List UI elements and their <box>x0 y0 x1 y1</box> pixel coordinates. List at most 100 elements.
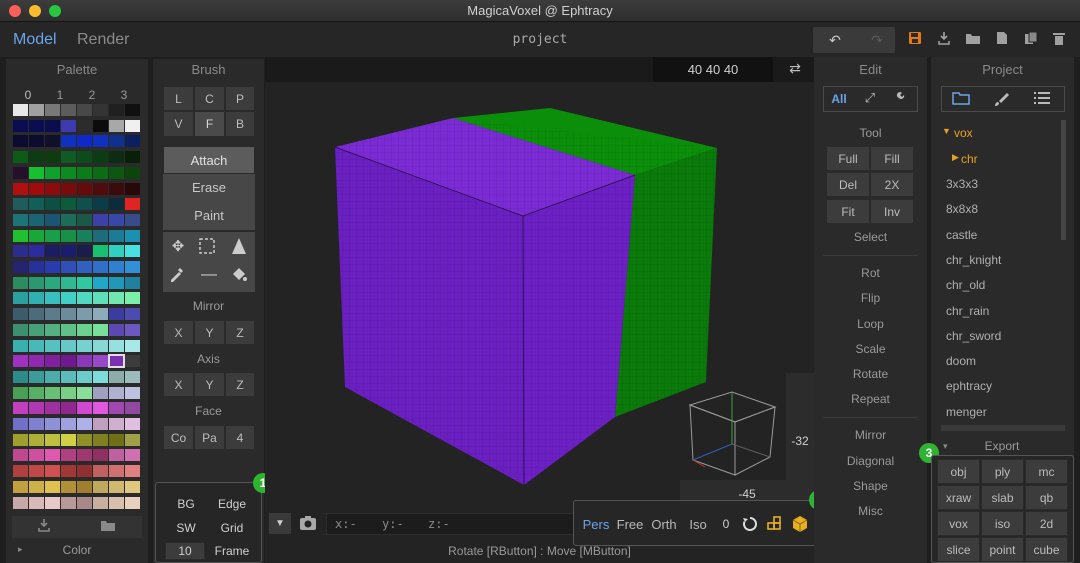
project-file-item[interactable]: ephtracy <box>946 379 992 393</box>
palette-swatch[interactable] <box>29 213 44 226</box>
palette-swatch[interactable] <box>13 465 28 478</box>
palette-swatch[interactable] <box>29 104 44 116</box>
palette-swatch[interactable] <box>61 449 76 462</box>
redo-icon[interactable]: ↷ <box>866 29 888 51</box>
palette-swatch[interactable] <box>109 261 124 273</box>
open-palette-icon[interactable] <box>97 516 119 538</box>
palette-swatch[interactable] <box>29 135 44 148</box>
palette-swatch[interactable] <box>29 339 44 352</box>
palette-swatch[interactable] <box>61 292 76 305</box>
palette-swatch[interactable] <box>109 386 124 399</box>
palette-swatch[interactable] <box>29 182 44 195</box>
camera-free-button[interactable]: Free <box>614 517 646 532</box>
palette-swatch[interactable] <box>29 496 44 509</box>
palette-swatch[interactable] <box>61 166 76 179</box>
palette-swatch[interactable] <box>109 229 124 242</box>
reset-camera-icon[interactable] <box>741 515 759 533</box>
brush-type-p[interactable]: P <box>225 86 255 111</box>
palette-swatch[interactable] <box>45 465 60 478</box>
palette-swatch[interactable] <box>77 292 92 305</box>
palette-swatch[interactable] <box>125 182 140 195</box>
export-2d-button[interactable]: 2d <box>1025 511 1068 536</box>
camera-iso-button[interactable]: Iso <box>684 517 712 532</box>
tab-model[interactable]: Model <box>13 31 57 49</box>
palette-tab-3[interactable]: 3 <box>108 88 140 102</box>
palette-swatch[interactable] <box>45 245 60 258</box>
palette-swatch[interactable] <box>93 449 108 462</box>
palette-swatch[interactable] <box>77 496 92 509</box>
palette-swatch[interactable] <box>109 182 124 195</box>
palette-swatch[interactable] <box>61 433 76 446</box>
palette-swatch[interactable] <box>29 465 44 478</box>
palette-swatch[interactable] <box>125 496 140 509</box>
palette-swatch[interactable] <box>93 182 108 195</box>
palette-swatch[interactable] <box>93 213 108 226</box>
ground-cube-icon[interactable] <box>791 515 809 533</box>
palette-swatch[interactable] <box>77 198 92 211</box>
fit-expand-icon[interactable]: ⤢ <box>860 90 880 108</box>
palette-swatch[interactable] <box>61 229 76 242</box>
palette-swatch[interactable] <box>13 418 28 430</box>
export-ply-button[interactable]: ply <box>981 459 1024 484</box>
palette-swatch[interactable] <box>77 402 92 415</box>
axis-z-button[interactable]: Z <box>225 372 255 397</box>
palette-tab-0[interactable]: 0 <box>12 88 44 102</box>
palette-swatch[interactable] <box>45 166 60 179</box>
palette-swatch[interactable] <box>109 496 124 509</box>
swap-icon[interactable]: ⇄ <box>785 60 805 80</box>
palette-swatch[interactable] <box>29 119 44 132</box>
palette-swatch[interactable] <box>13 229 28 242</box>
palette-swatch[interactable] <box>125 308 140 321</box>
palette-swatch[interactable] <box>93 151 108 164</box>
palette-swatch[interactable] <box>13 213 28 226</box>
palette-swatch[interactable] <box>109 104 124 116</box>
palette-swatch[interactable] <box>77 229 92 242</box>
action-repeat[interactable]: Repeat <box>814 392 927 406</box>
delete-icon[interactable] <box>1048 29 1070 51</box>
palette-swatch[interactable] <box>13 402 28 415</box>
tab-render[interactable]: Render <box>77 31 129 49</box>
palette-swatch[interactable] <box>109 465 124 478</box>
palette-swatch[interactable] <box>93 119 108 132</box>
action-scale[interactable]: Scale <box>814 342 927 356</box>
move-tool-icon[interactable]: ✥ <box>168 237 188 257</box>
palette-swatch[interactable] <box>13 245 28 258</box>
palette-swatch[interactable] <box>77 104 92 116</box>
palette-swatch[interactable] <box>13 480 28 493</box>
palette-swatch[interactable] <box>93 480 108 493</box>
palette-swatch[interactable] <box>45 355 60 368</box>
palette-swatch[interactable] <box>125 166 140 179</box>
frame-grid-icon[interactable] <box>766 515 784 533</box>
palette-swatch[interactable] <box>77 465 92 478</box>
palette-swatch[interactable] <box>13 119 28 132</box>
export-cube-button[interactable]: cube <box>1025 537 1068 562</box>
palette-swatch[interactable] <box>77 480 92 493</box>
palette-swatch[interactable] <box>109 323 124 336</box>
export-slice-button[interactable]: slice <box>937 537 980 562</box>
action-loop[interactable]: Loop <box>814 317 927 331</box>
action-mirror[interactable]: Mirror <box>814 428 927 442</box>
palette-swatch[interactable] <box>93 229 108 242</box>
action-diagonal[interactable]: Diagonal <box>814 454 927 468</box>
palette-swatch[interactable] <box>61 182 76 195</box>
palette-swatch[interactable] <box>77 339 92 352</box>
palette-swatch[interactable] <box>45 292 60 305</box>
palette-swatch[interactable] <box>13 323 28 336</box>
palette-swatch[interactable] <box>109 151 124 164</box>
tool-fit-button[interactable]: Fit <box>826 199 870 224</box>
sw-button[interactable]: SW <box>168 521 204 535</box>
camera-zoom-value[interactable]: 0 <box>716 517 736 531</box>
palette-swatch[interactable] <box>125 480 140 493</box>
axis-y-button[interactable]: Y <box>194 372 225 397</box>
palette-swatch[interactable] <box>109 308 124 321</box>
palette-swatch[interactable] <box>29 292 44 305</box>
export-point-button[interactable]: point <box>981 537 1024 562</box>
palette-swatch[interactable] <box>45 386 60 399</box>
camera-orth-button[interactable]: Orth <box>648 517 680 532</box>
palette-swatch[interactable] <box>13 308 28 321</box>
export-slab-button[interactable]: slab <box>981 485 1024 510</box>
new-file-icon[interactable] <box>991 29 1013 51</box>
palette-swatch[interactable] <box>109 135 124 148</box>
face-co-button[interactable]: Co <box>163 425 194 450</box>
palette-swatch[interactable] <box>13 496 28 509</box>
